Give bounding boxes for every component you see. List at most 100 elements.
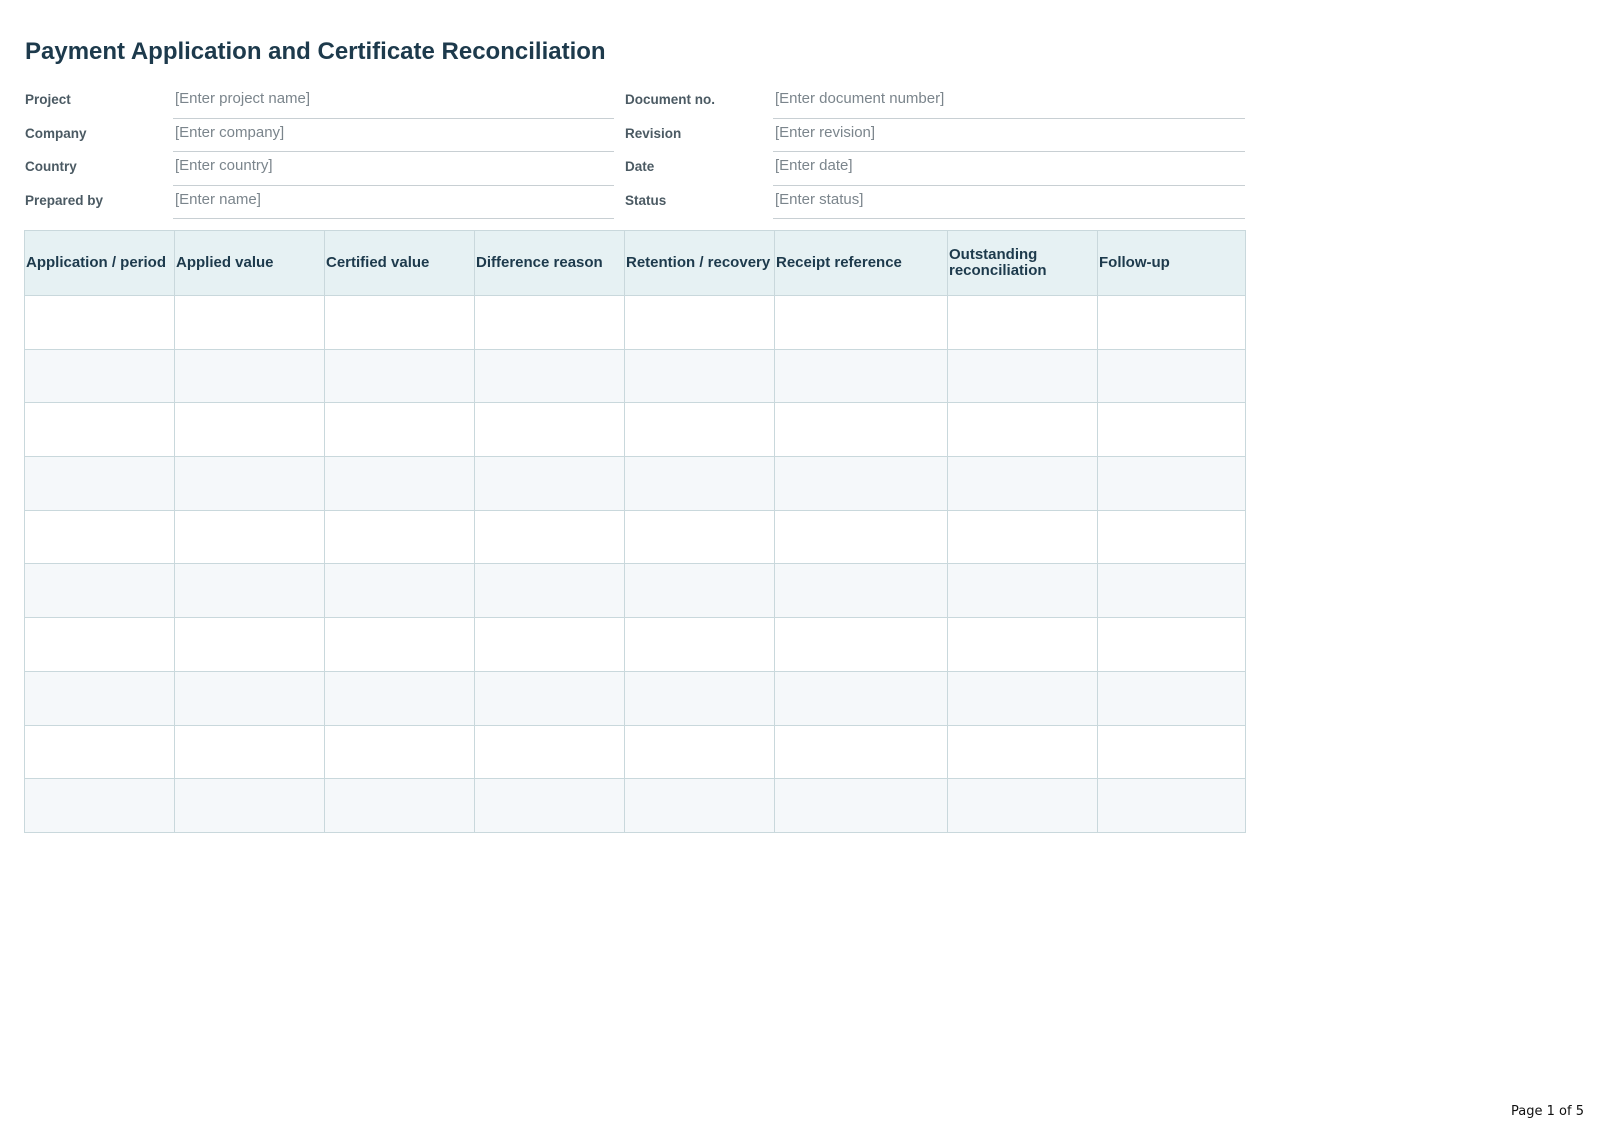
- table-cell[interactable]: [174, 670, 325, 726]
- company-field[interactable]: [Enter company]: [175, 124, 284, 141]
- table-cell[interactable]: [947, 402, 1098, 458]
- meta-row: Country [Enter country] Date [Enter date…: [25, 152, 1245, 186]
- document-number-label: Document no.: [625, 92, 715, 107]
- table-cell[interactable]: [24, 295, 175, 350]
- table-cell[interactable]: [24, 617, 175, 672]
- column-header-applied-value: Applied value: [174, 230, 325, 296]
- table-cell[interactable]: [324, 348, 475, 404]
- table-cell[interactable]: [174, 295, 325, 350]
- status-field[interactable]: [Enter status]: [775, 191, 863, 208]
- table-cell[interactable]: [174, 617, 325, 672]
- table-cell[interactable]: [324, 778, 475, 833]
- table-cell[interactable]: [774, 295, 948, 350]
- table-cell[interactable]: [174, 509, 325, 565]
- table-cell[interactable]: [1097, 509, 1246, 565]
- table-cell[interactable]: [947, 670, 1098, 726]
- document-number-field[interactable]: [Enter document number]: [775, 90, 944, 107]
- table-cell[interactable]: [774, 402, 948, 458]
- table-cell[interactable]: [174, 402, 325, 458]
- table-cell[interactable]: [324, 724, 475, 780]
- table-cell[interactable]: [474, 670, 625, 726]
- table-cell[interactable]: [947, 617, 1098, 672]
- table-cell[interactable]: [324, 456, 475, 511]
- table-cell[interactable]: [324, 402, 475, 458]
- table-cell[interactable]: [1097, 348, 1246, 404]
- table-row: [24, 509, 1246, 565]
- table-cell[interactable]: [24, 509, 175, 565]
- table-cell[interactable]: [324, 295, 475, 350]
- table-cell[interactable]: [624, 670, 775, 726]
- table-cell[interactable]: [947, 348, 1098, 404]
- table-row: [24, 348, 1246, 404]
- table-cell[interactable]: [624, 456, 775, 511]
- table-cell[interactable]: [474, 778, 625, 833]
- table-cell[interactable]: [774, 670, 948, 726]
- revision-field[interactable]: [Enter revision]: [775, 124, 875, 141]
- table-cell[interactable]: [1097, 402, 1246, 458]
- table-cell[interactable]: [624, 617, 775, 672]
- table-cell[interactable]: [1097, 563, 1246, 619]
- table-cell[interactable]: [174, 724, 325, 780]
- table-cell[interactable]: [1097, 724, 1246, 780]
- table-cell[interactable]: [624, 402, 775, 458]
- table-cell[interactable]: [774, 617, 948, 672]
- table-cell[interactable]: [474, 724, 625, 780]
- table-cell[interactable]: [947, 295, 1098, 350]
- table-cell[interactable]: [24, 724, 175, 780]
- table-cell[interactable]: [324, 617, 475, 672]
- project-field[interactable]: [Enter project name]: [175, 90, 310, 107]
- table-cell[interactable]: [774, 456, 948, 511]
- country-label: Country: [25, 159, 77, 174]
- table-row: [24, 563, 1246, 619]
- table-cell[interactable]: [474, 563, 625, 619]
- column-header-application-period: Application / period: [24, 230, 175, 296]
- table-cell[interactable]: [174, 348, 325, 404]
- table-cell[interactable]: [947, 563, 1098, 619]
- table-cell[interactable]: [774, 563, 948, 619]
- table-cell[interactable]: [1097, 778, 1246, 833]
- table-cell[interactable]: [474, 509, 625, 565]
- table-cell[interactable]: [1097, 617, 1246, 672]
- table-cell[interactable]: [774, 509, 948, 565]
- table-cell[interactable]: [947, 724, 1098, 780]
- table-cell[interactable]: [947, 509, 1098, 565]
- table-cell[interactable]: [774, 778, 948, 833]
- prepared-by-field[interactable]: [Enter name]: [175, 191, 261, 208]
- date-field[interactable]: [Enter date]: [775, 157, 853, 174]
- table-cell[interactable]: [324, 509, 475, 565]
- table-cell[interactable]: [774, 724, 948, 780]
- table-cell[interactable]: [174, 563, 325, 619]
- table-cell[interactable]: [774, 348, 948, 404]
- table-cell[interactable]: [174, 456, 325, 511]
- table-header-row: Application / period Applied value Certi…: [24, 230, 1246, 296]
- revision-label: Revision: [625, 125, 682, 141]
- table-cell[interactable]: [474, 295, 625, 350]
- table-cell[interactable]: [624, 724, 775, 780]
- table-cell[interactable]: [947, 778, 1098, 833]
- table-cell[interactable]: [24, 348, 175, 404]
- country-field[interactable]: [Enter country]: [175, 157, 273, 174]
- table-cell[interactable]: [624, 348, 775, 404]
- table-cell[interactable]: [324, 670, 475, 726]
- table-cell[interactable]: [24, 402, 175, 458]
- table-cell[interactable]: [1097, 670, 1246, 726]
- table-cell[interactable]: [474, 402, 625, 458]
- table-cell[interactable]: [24, 563, 175, 619]
- table-cell[interactable]: [624, 295, 775, 350]
- table-cell[interactable]: [947, 456, 1098, 511]
- table-cell[interactable]: [474, 456, 625, 511]
- table-cell[interactable]: [174, 778, 325, 833]
- table-cell[interactable]: [624, 778, 775, 833]
- table-cell[interactable]: [624, 509, 775, 565]
- table-cell[interactable]: [24, 670, 175, 726]
- table-cell[interactable]: [24, 456, 175, 511]
- table-cell[interactable]: [24, 778, 175, 833]
- document-metadata: Project [Enter project name] Document no…: [25, 85, 1245, 219]
- table-cell[interactable]: [324, 563, 475, 619]
- table-cell[interactable]: [474, 348, 625, 404]
- table-cell[interactable]: [474, 617, 625, 672]
- table-cell[interactable]: [624, 563, 775, 619]
- meta-row: Prepared by [Enter name] Status [Enter s…: [25, 186, 1245, 219]
- table-cell[interactable]: [1097, 295, 1246, 350]
- table-cell[interactable]: [1097, 456, 1246, 511]
